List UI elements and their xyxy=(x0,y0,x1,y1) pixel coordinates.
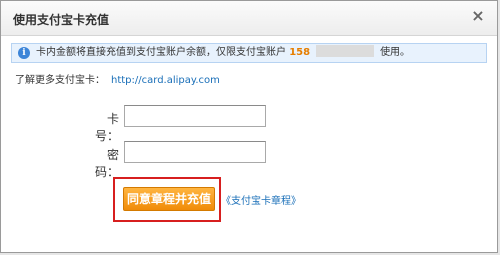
dialog-title: 使用支付宝卡充值 xyxy=(13,13,110,27)
agree-and-recharge-button[interactable]: 同意章程并充值 xyxy=(123,187,215,211)
password-label: 密码： xyxy=(94,148,119,179)
learn-more-label: 了解更多支付宝卡： xyxy=(15,75,105,86)
learn-more-line: 了解更多支付宝卡： http://card.alipay.com xyxy=(15,71,220,86)
card-number-input[interactable] xyxy=(124,105,266,127)
info-icon: i xyxy=(18,47,30,59)
password-input[interactable] xyxy=(124,141,266,163)
card-terms-link[interactable]: 《支付宝卡章程》 xyxy=(221,192,301,207)
alipay-card-link[interactable]: http://card.alipay.com xyxy=(111,75,220,86)
dialog-titlebar: 使用支付宝卡充值 × xyxy=(1,1,497,36)
close-icon[interactable]: × xyxy=(469,7,487,25)
account-number-prefix: 158 xyxy=(289,47,311,58)
card-number-label: 卡号： xyxy=(94,112,119,143)
notice-text-before: 卡内金额将直接充值到支付宝账户余额，仅限支付宝账户 xyxy=(36,47,286,58)
notice-text: 卡内金额将直接充值到支付宝账户余额，仅限支付宝账户 158 使用。 xyxy=(36,44,410,62)
notice-text-after: 使用。 xyxy=(380,47,411,58)
info-notice: i 卡内金额将直接充值到支付宝账户余额，仅限支付宝账户 158 使用。 xyxy=(11,43,487,63)
account-number-mask xyxy=(316,45,375,57)
recharge-dialog: 使用支付宝卡充值 × i 卡内金额将直接充值到支付宝账户余额，仅限支付宝账户 1… xyxy=(0,0,498,253)
